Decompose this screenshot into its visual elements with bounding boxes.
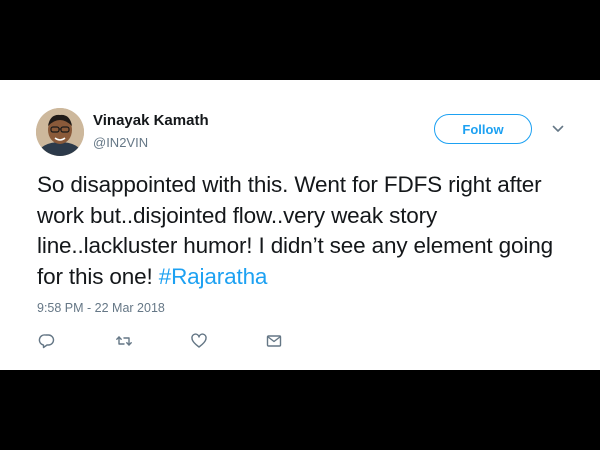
follow-button[interactable]: Follow [434, 114, 532, 144]
heart-icon[interactable] [190, 332, 208, 350]
author-handle[interactable]: @IN2VIN [93, 135, 148, 150]
author-name[interactable]: Vinayak Kamath [93, 112, 209, 129]
chevron-down-icon[interactable] [551, 122, 565, 136]
avatar[interactable] [36, 108, 84, 156]
tweet-body: So disappointed with this. Went for FDFS… [37, 172, 553, 289]
hashtag-link[interactable]: #Rajaratha [159, 264, 268, 289]
tweet-timestamp[interactable]: 9:58 PM - 22 Mar 2018 [37, 301, 165, 315]
envelope-icon[interactable] [265, 332, 283, 350]
retweet-icon[interactable] [115, 332, 133, 350]
avatar-image [36, 108, 84, 156]
reply-icon[interactable] [38, 332, 56, 350]
tweet-card: Vinayak Kamath @IN2VIN Follow So disappo… [0, 80, 600, 370]
tweet-text: So disappointed with this. Went for FDFS… [37, 170, 577, 292]
